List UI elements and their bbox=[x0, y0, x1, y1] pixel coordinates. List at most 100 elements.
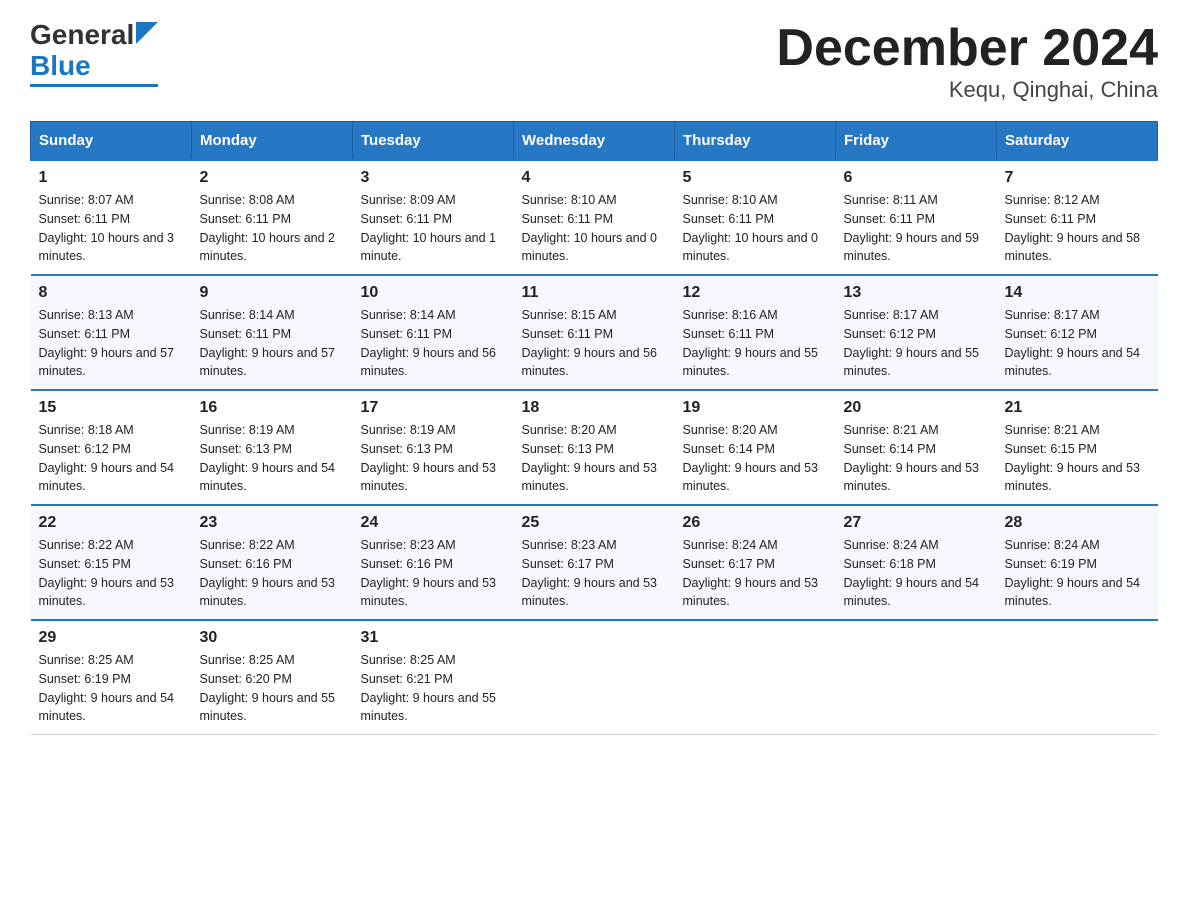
day-info: Sunrise: 8:10 AM Sunset: 6:11 PM Dayligh… bbox=[522, 191, 667, 266]
calendar-cell: 6 Sunrise: 8:11 AM Sunset: 6:11 PM Dayli… bbox=[836, 160, 997, 275]
logo-blue: Blue bbox=[30, 51, 91, 82]
day-info: Sunrise: 8:19 AM Sunset: 6:13 PM Dayligh… bbox=[361, 421, 506, 496]
day-info: Sunrise: 8:24 AM Sunset: 6:18 PM Dayligh… bbox=[844, 536, 989, 611]
calendar-cell: 24 Sunrise: 8:23 AM Sunset: 6:16 PM Dayl… bbox=[353, 505, 514, 620]
day-info: Sunrise: 8:14 AM Sunset: 6:11 PM Dayligh… bbox=[361, 306, 506, 381]
calendar-cell: 31 Sunrise: 8:25 AM Sunset: 6:21 PM Dayl… bbox=[353, 620, 514, 735]
week-row-3: 15 Sunrise: 8:18 AM Sunset: 6:12 PM Dayl… bbox=[31, 390, 1158, 505]
header-thursday: Thursday bbox=[675, 122, 836, 161]
calendar-cell: 15 Sunrise: 8:18 AM Sunset: 6:12 PM Dayl… bbox=[31, 390, 192, 505]
day-number: 11 bbox=[522, 284, 667, 302]
calendar-header-row: SundayMondayTuesdayWednesdayThursdayFrid… bbox=[31, 122, 1158, 161]
day-number: 4 bbox=[522, 169, 667, 187]
calendar-cell: 20 Sunrise: 8:21 AM Sunset: 6:14 PM Dayl… bbox=[836, 390, 997, 505]
day-info: Sunrise: 8:21 AM Sunset: 6:14 PM Dayligh… bbox=[844, 421, 989, 496]
day-info: Sunrise: 8:17 AM Sunset: 6:12 PM Dayligh… bbox=[1005, 306, 1150, 381]
logo-general: General bbox=[30, 20, 134, 51]
calendar-cell bbox=[514, 620, 675, 735]
calendar-cell: 13 Sunrise: 8:17 AM Sunset: 6:12 PM Dayl… bbox=[836, 275, 997, 390]
day-info: Sunrise: 8:22 AM Sunset: 6:16 PM Dayligh… bbox=[200, 536, 345, 611]
calendar-cell: 12 Sunrise: 8:16 AM Sunset: 6:11 PM Dayl… bbox=[675, 275, 836, 390]
header-sunday: Sunday bbox=[31, 122, 192, 161]
calendar-cell: 26 Sunrise: 8:24 AM Sunset: 6:17 PM Dayl… bbox=[675, 505, 836, 620]
calendar-cell: 21 Sunrise: 8:21 AM Sunset: 6:15 PM Dayl… bbox=[997, 390, 1158, 505]
calendar-cell: 11 Sunrise: 8:15 AM Sunset: 6:11 PM Dayl… bbox=[514, 275, 675, 390]
calendar-cell: 10 Sunrise: 8:14 AM Sunset: 6:11 PM Dayl… bbox=[353, 275, 514, 390]
day-info: Sunrise: 8:24 AM Sunset: 6:19 PM Dayligh… bbox=[1005, 536, 1150, 611]
calendar-cell: 2 Sunrise: 8:08 AM Sunset: 6:11 PM Dayli… bbox=[192, 160, 353, 275]
day-info: Sunrise: 8:25 AM Sunset: 6:19 PM Dayligh… bbox=[39, 651, 184, 726]
calendar-cell bbox=[675, 620, 836, 735]
calendar-cell: 22 Sunrise: 8:22 AM Sunset: 6:15 PM Dayl… bbox=[31, 505, 192, 620]
day-number: 13 bbox=[844, 284, 989, 302]
calendar-cell: 3 Sunrise: 8:09 AM Sunset: 6:11 PM Dayli… bbox=[353, 160, 514, 275]
calendar-cell: 17 Sunrise: 8:19 AM Sunset: 6:13 PM Dayl… bbox=[353, 390, 514, 505]
day-number: 14 bbox=[1005, 284, 1150, 302]
calendar-cell: 27 Sunrise: 8:24 AM Sunset: 6:18 PM Dayl… bbox=[836, 505, 997, 620]
day-info: Sunrise: 8:18 AM Sunset: 6:12 PM Dayligh… bbox=[39, 421, 184, 496]
week-row-5: 29 Sunrise: 8:25 AM Sunset: 6:19 PM Dayl… bbox=[31, 620, 1158, 735]
calendar-cell: 19 Sunrise: 8:20 AM Sunset: 6:14 PM Dayl… bbox=[675, 390, 836, 505]
day-info: Sunrise: 8:17 AM Sunset: 6:12 PM Dayligh… bbox=[844, 306, 989, 381]
day-number: 22 bbox=[39, 514, 184, 532]
day-number: 30 bbox=[200, 629, 345, 647]
day-info: Sunrise: 8:19 AM Sunset: 6:13 PM Dayligh… bbox=[200, 421, 345, 496]
day-info: Sunrise: 8:13 AM Sunset: 6:11 PM Dayligh… bbox=[39, 306, 184, 381]
header-friday: Friday bbox=[836, 122, 997, 161]
day-number: 26 bbox=[683, 514, 828, 532]
calendar-cell: 28 Sunrise: 8:24 AM Sunset: 6:19 PM Dayl… bbox=[997, 505, 1158, 620]
day-number: 10 bbox=[361, 284, 506, 302]
calendar-cell: 5 Sunrise: 8:10 AM Sunset: 6:11 PM Dayli… bbox=[675, 160, 836, 275]
day-info: Sunrise: 8:23 AM Sunset: 6:17 PM Dayligh… bbox=[522, 536, 667, 611]
week-row-1: 1 Sunrise: 8:07 AM Sunset: 6:11 PM Dayli… bbox=[31, 160, 1158, 275]
day-number: 17 bbox=[361, 399, 506, 417]
header-monday: Monday bbox=[192, 122, 353, 161]
day-number: 25 bbox=[522, 514, 667, 532]
day-info: Sunrise: 8:25 AM Sunset: 6:20 PM Dayligh… bbox=[200, 651, 345, 726]
day-number: 19 bbox=[683, 399, 828, 417]
calendar-table: SundayMondayTuesdayWednesdayThursdayFrid… bbox=[30, 121, 1158, 735]
calendar-cell: 4 Sunrise: 8:10 AM Sunset: 6:11 PM Dayli… bbox=[514, 160, 675, 275]
day-number: 29 bbox=[39, 629, 184, 647]
day-info: Sunrise: 8:10 AM Sunset: 6:11 PM Dayligh… bbox=[683, 191, 828, 266]
day-number: 16 bbox=[200, 399, 345, 417]
calendar-cell: 9 Sunrise: 8:14 AM Sunset: 6:11 PM Dayli… bbox=[192, 275, 353, 390]
day-number: 12 bbox=[683, 284, 828, 302]
day-info: Sunrise: 8:25 AM Sunset: 6:21 PM Dayligh… bbox=[361, 651, 506, 726]
day-info: Sunrise: 8:20 AM Sunset: 6:13 PM Dayligh… bbox=[522, 421, 667, 496]
page-subtitle: Kequ, Qinghai, China bbox=[776, 77, 1158, 103]
day-number: 27 bbox=[844, 514, 989, 532]
day-number: 31 bbox=[361, 629, 506, 647]
title-area: December 2024 Kequ, Qinghai, China bbox=[776, 20, 1158, 103]
day-number: 20 bbox=[844, 399, 989, 417]
day-info: Sunrise: 8:15 AM Sunset: 6:11 PM Dayligh… bbox=[522, 306, 667, 381]
week-row-2: 8 Sunrise: 8:13 AM Sunset: 6:11 PM Dayli… bbox=[31, 275, 1158, 390]
page-title: December 2024 bbox=[776, 20, 1158, 77]
day-info: Sunrise: 8:20 AM Sunset: 6:14 PM Dayligh… bbox=[683, 421, 828, 496]
day-info: Sunrise: 8:08 AM Sunset: 6:11 PM Dayligh… bbox=[200, 191, 345, 266]
day-number: 8 bbox=[39, 284, 184, 302]
header-wednesday: Wednesday bbox=[514, 122, 675, 161]
calendar-cell: 1 Sunrise: 8:07 AM Sunset: 6:11 PM Dayli… bbox=[31, 160, 192, 275]
day-number: 9 bbox=[200, 284, 345, 302]
day-number: 7 bbox=[1005, 169, 1150, 187]
calendar-cell: 23 Sunrise: 8:22 AM Sunset: 6:16 PM Dayl… bbox=[192, 505, 353, 620]
day-info: Sunrise: 8:24 AM Sunset: 6:17 PM Dayligh… bbox=[683, 536, 828, 611]
day-number: 15 bbox=[39, 399, 184, 417]
calendar-cell: 14 Sunrise: 8:17 AM Sunset: 6:12 PM Dayl… bbox=[997, 275, 1158, 390]
day-number: 21 bbox=[1005, 399, 1150, 417]
day-info: Sunrise: 8:11 AM Sunset: 6:11 PM Dayligh… bbox=[844, 191, 989, 266]
day-info: Sunrise: 8:21 AM Sunset: 6:15 PM Dayligh… bbox=[1005, 421, 1150, 496]
day-number: 5 bbox=[683, 169, 828, 187]
logo-triangle-icon bbox=[136, 22, 158, 44]
logo: General Blue bbox=[30, 20, 158, 87]
calendar-cell: 29 Sunrise: 8:25 AM Sunset: 6:19 PM Dayl… bbox=[31, 620, 192, 735]
calendar-cell: 18 Sunrise: 8:20 AM Sunset: 6:13 PM Dayl… bbox=[514, 390, 675, 505]
header-saturday: Saturday bbox=[997, 122, 1158, 161]
day-number: 2 bbox=[200, 169, 345, 187]
calendar-cell: 25 Sunrise: 8:23 AM Sunset: 6:17 PM Dayl… bbox=[514, 505, 675, 620]
day-number: 18 bbox=[522, 399, 667, 417]
calendar-cell bbox=[997, 620, 1158, 735]
day-number: 28 bbox=[1005, 514, 1150, 532]
day-info: Sunrise: 8:16 AM Sunset: 6:11 PM Dayligh… bbox=[683, 306, 828, 381]
